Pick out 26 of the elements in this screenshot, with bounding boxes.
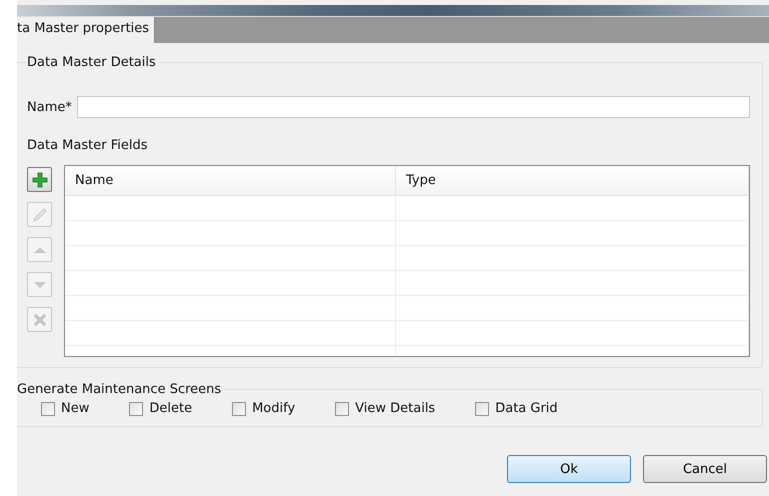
add-button[interactable] xyxy=(27,167,52,192)
ok-button[interactable]: Ok xyxy=(507,455,631,483)
name-field[interactable] xyxy=(76,96,750,118)
close-icon xyxy=(32,312,46,326)
fields-label: Data Master Fields xyxy=(27,138,148,153)
pencil-icon xyxy=(32,206,48,222)
checkbox[interactable] xyxy=(41,402,55,416)
checkbox[interactable] xyxy=(129,402,144,416)
checkbox-label: New xyxy=(61,401,90,416)
checkbox-label: Data Grid xyxy=(495,401,558,416)
up-arrow-icon xyxy=(32,246,46,254)
name-label: Name* xyxy=(27,100,72,114)
down-arrow-icon xyxy=(32,280,46,288)
column-header[interactable]: Type xyxy=(396,166,749,195)
plus-icon xyxy=(32,172,48,188)
tab[interactable]: ta Master properties xyxy=(17,17,156,43)
checkbox-label: View Details xyxy=(355,401,436,416)
column-header[interactable]: Name xyxy=(65,166,396,195)
group-title: Generate Maintenance Screens xyxy=(17,382,222,397)
cancel-button[interactable]: Cancel xyxy=(643,455,767,483)
checkbox[interactable] xyxy=(335,402,350,416)
group-title: Data Master Details xyxy=(27,55,157,70)
checkbox-label: Modify xyxy=(252,401,296,416)
checkbox-label: Delete xyxy=(149,401,192,416)
checkbox[interactable] xyxy=(232,402,246,416)
checkbox[interactable] xyxy=(475,402,490,416)
